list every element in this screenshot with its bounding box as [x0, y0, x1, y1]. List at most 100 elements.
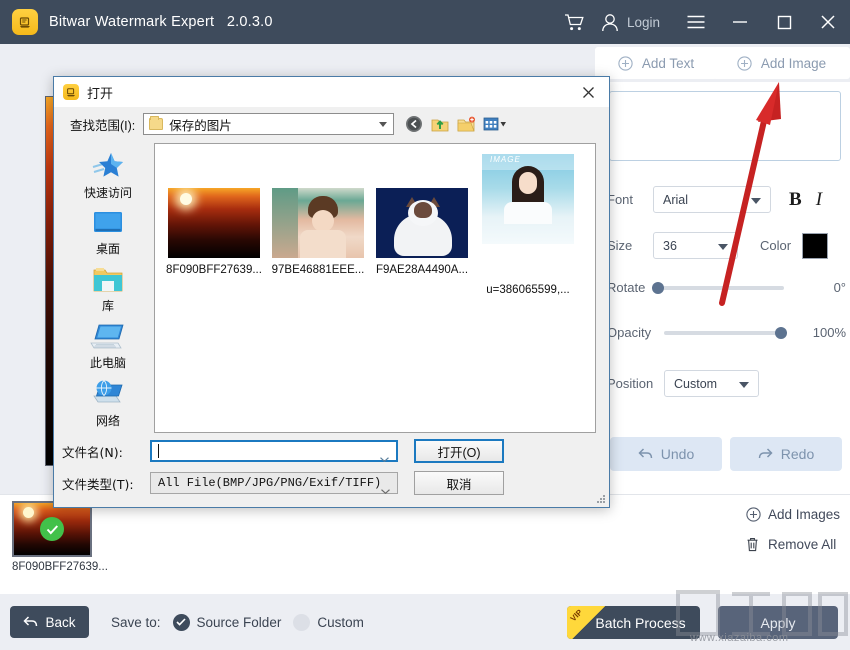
rotate-value: 0°: [794, 280, 846, 295]
look-in-label: 查找范围(I):: [70, 115, 135, 134]
file-thumbnail: [376, 188, 468, 258]
add-images-button[interactable]: Add Images: [746, 507, 840, 522]
bold-button[interactable]: B: [789, 189, 802, 211]
close-icon[interactable]: [806, 0, 850, 44]
resize-grip-icon[interactable]: [596, 494, 606, 504]
user-icon[interactable]: [595, 0, 625, 44]
new-folder-icon[interactable]: [456, 114, 476, 134]
add-image-button[interactable]: Add Image: [713, 47, 850, 79]
place-desktop[interactable]: 桌面: [64, 204, 152, 261]
open-button-label: 打开(O): [437, 442, 480, 461]
source-folder-label: Source Folder: [197, 615, 282, 630]
hamburger-menu-icon[interactable]: [674, 0, 718, 44]
radio-custom[interactable]: Custom: [293, 614, 364, 631]
vip-badge: VIP: [567, 606, 605, 639]
title-bar: Bitwar Watermark Expert 2.0.3.0 Login: [0, 0, 850, 44]
chevron-down-icon: [718, 244, 728, 250]
look-in-select[interactable]: 保存的图片: [143, 113, 394, 135]
filetype-row: 文件类型(T): All File(BMP/JPG/PNG/Exif/TIFF)…: [62, 471, 602, 495]
cart-icon[interactable]: [555, 0, 595, 44]
rotate-slider-handle[interactable]: [652, 282, 664, 294]
back-arrow-icon: [23, 615, 38, 629]
radio-source-folder[interactable]: Source Folder: [173, 614, 282, 631]
place-label: 网络: [96, 412, 120, 429]
redo-button[interactable]: Redo: [730, 437, 842, 471]
dialog-toolbar: [404, 114, 508, 134]
minimize-icon[interactable]: [718, 0, 762, 44]
undo-button[interactable]: Undo: [610, 437, 722, 471]
opacity-label: Opacity: [607, 325, 664, 340]
chevron-down-icon: [739, 382, 749, 388]
open-button[interactable]: 打开(O): [414, 439, 504, 463]
font-select[interactable]: Arial: [653, 186, 771, 213]
login-label[interactable]: Login: [627, 15, 660, 30]
italic-button[interactable]: I: [816, 189, 822, 211]
back-button[interactable]: Back: [10, 606, 89, 638]
color-swatch[interactable]: [802, 233, 828, 259]
filename-row: 文件名(N): 打开(O): [62, 439, 602, 463]
place-library[interactable]: 库: [64, 261, 152, 318]
position-value: Custom: [674, 377, 717, 391]
file-name: u=386065599,...: [477, 284, 579, 296]
file-item[interactable]: F9AE28A4490A...: [371, 188, 473, 276]
add-images-label: Add Images: [768, 507, 840, 522]
app-logo-icon: [12, 9, 38, 35]
thumbnail-image: [12, 501, 92, 557]
place-label: 快速访问: [84, 184, 132, 201]
filetype-select[interactable]: All File(BMP/JPG/PNG/Exif/TIFF): [150, 472, 398, 494]
app-version-text: 2.0.3.0: [227, 14, 273, 30]
this-pc-icon: [90, 323, 126, 351]
file-list[interactable]: 8F090BFF27639... 97BE46881EEE...: [154, 143, 596, 433]
redo-arrow-icon: [758, 447, 773, 461]
text-caret: [158, 444, 159, 458]
file-item[interactable]: 97BE46881EEE...: [267, 188, 369, 276]
undo-arrow-icon: [638, 447, 653, 461]
opacity-value: 100%: [794, 325, 846, 340]
file-thumbnail: [168, 188, 260, 258]
size-label: Size: [607, 238, 653, 253]
filename-input[interactable]: [150, 440, 398, 462]
sun-highlight: [23, 507, 34, 518]
position-select[interactable]: Custom: [664, 370, 759, 397]
plus-circle-icon: [737, 56, 752, 71]
dialog-app-icon: [63, 84, 79, 100]
size-select[interactable]: 36: [653, 232, 738, 259]
add-text-button[interactable]: Add Text: [595, 47, 717, 79]
remove-all-button[interactable]: Remove All: [746, 537, 840, 552]
dialog-title-text: 打开: [87, 83, 113, 102]
maximize-icon[interactable]: [762, 0, 806, 44]
back-icon[interactable]: [404, 114, 424, 134]
trash-icon: [746, 537, 768, 552]
apply-label: Apply: [760, 615, 795, 631]
up-folder-icon[interactable]: [430, 114, 450, 134]
dialog-body: 快速访问 桌面 库: [62, 143, 602, 433]
chevron-down-icon[interactable]: [380, 449, 389, 454]
desktop-icon: [91, 209, 125, 237]
opacity-slider-handle[interactable]: [775, 327, 787, 339]
batch-process-label: Batch Process: [595, 615, 685, 631]
view-mode-icon[interactable]: [482, 114, 508, 134]
file-item[interactable]: 8F090BFF27639...: [163, 188, 265, 276]
place-this-pc[interactable]: 此电脑: [64, 319, 152, 376]
place-network[interactable]: 网络: [64, 376, 152, 433]
rotate-slider[interactable]: [658, 286, 784, 290]
list-item[interactable]: 8F090BFF27639...: [12, 501, 96, 573]
image-list-strip: 8F090BFF27639... Add Images: [0, 494, 850, 594]
filename-label: 文件名(N):: [62, 442, 150, 461]
watermark-settings-panel: Font Arial B I Size 36 Color Rotate 0°: [600, 82, 850, 494]
library-folder-icon: [92, 266, 124, 294]
dialog-close-icon[interactable]: [567, 77, 609, 107]
position-row: Position Custom: [600, 370, 850, 397]
watermark-preview-box[interactable]: [609, 91, 841, 161]
place-label: 库: [102, 297, 114, 314]
cancel-button[interactable]: 取消: [414, 471, 504, 495]
place-quick-access[interactable]: 快速访问: [64, 147, 152, 204]
file-name: F9AE28A4490A...: [371, 264, 473, 276]
file-item[interactable]: IMAGE u=386065599,...: [477, 154, 579, 296]
save-to-label: Save to:: [111, 615, 161, 630]
opacity-slider[interactable]: [664, 331, 784, 335]
folder-icon: [149, 118, 163, 130]
filetype-label: 文件类型(T):: [62, 474, 150, 493]
batch-process-button[interactable]: VIP Batch Process: [567, 606, 700, 639]
file-thumbnail: IMAGE: [482, 154, 574, 244]
